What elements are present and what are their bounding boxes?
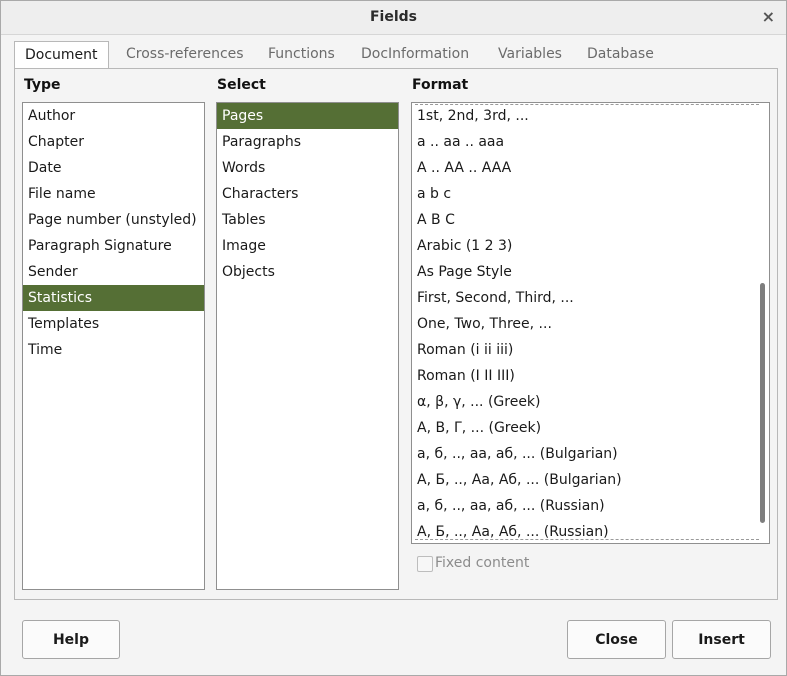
type-item-author[interactable]: Author: [23, 103, 204, 129]
fixed-content-label: Fixed content: [435, 555, 530, 571]
format-item[interactable]: а, б, .., аа, аб, ... (Russian): [412, 493, 769, 519]
format-item[interactable]: As Page Style: [412, 259, 769, 285]
format-item[interactable]: 1st, 2nd, 3rd, ...: [412, 103, 769, 129]
focus-dash-bottom: [415, 539, 759, 540]
fixed-content-checkbox[interactable]: [417, 556, 433, 572]
help-button[interactable]: Help: [22, 620, 120, 659]
format-item[interactable]: α, β, γ, ... (Greek): [412, 389, 769, 415]
format-header: Format: [412, 77, 469, 93]
tab-docinformation[interactable]: DocInformation: [361, 41, 469, 68]
format-item[interactable]: Α, Β, Γ, ... (Greek): [412, 415, 769, 441]
select-item-objects[interactable]: Objects: [217, 259, 398, 285]
select-item-paragraphs[interactable]: Paragraphs: [217, 129, 398, 155]
type-item-paragraph-signature[interactable]: Paragraph Signature: [23, 233, 204, 259]
insert-button[interactable]: Insert: [672, 620, 771, 659]
tab-functions[interactable]: Functions: [268, 41, 335, 68]
format-item[interactable]: Arabic (1 2 3): [412, 233, 769, 259]
format-item[interactable]: a b c: [412, 181, 769, 207]
select-item-pages[interactable]: Pages: [217, 103, 398, 129]
type-item-page-number[interactable]: Page number (unstyled): [23, 207, 204, 233]
type-list[interactable]: Author Chapter Date File name Page numbe…: [22, 102, 205, 590]
format-item[interactable]: First, Second, Third, ...: [412, 285, 769, 311]
type-item-templates[interactable]: Templates: [23, 311, 204, 337]
format-scrollbar[interactable]: [760, 283, 765, 523]
format-list[interactable]: 1st, 2nd, 3rd, ... a .. aa .. aaa A .. A…: [411, 102, 770, 544]
select-item-words[interactable]: Words: [217, 155, 398, 181]
focus-dash-top: [415, 104, 759, 105]
select-item-characters[interactable]: Characters: [217, 181, 398, 207]
tab-variables[interactable]: Variables: [498, 41, 562, 68]
select-item-tables[interactable]: Tables: [217, 207, 398, 233]
format-item[interactable]: а, б, .., аа, аб, ... (Bulgarian): [412, 441, 769, 467]
tab-cross-references[interactable]: Cross-references: [126, 41, 244, 68]
window-title: Fields: [369, 9, 417, 25]
select-item-image[interactable]: Image: [217, 233, 398, 259]
title-bar: Fields ×: [1, 1, 786, 35]
type-item-statistics[interactable]: Statistics: [23, 285, 204, 311]
format-item[interactable]: A .. AA .. AAA: [412, 155, 769, 181]
format-item[interactable]: One, Two, Three, ...: [412, 311, 769, 337]
format-item[interactable]: a .. aa .. aaa: [412, 129, 769, 155]
close-button[interactable]: Close: [567, 620, 666, 659]
type-header: Type: [24, 77, 61, 93]
format-item[interactable]: Roman (I II III): [412, 363, 769, 389]
format-item[interactable]: A B C: [412, 207, 769, 233]
format-item[interactable]: А, Б, .., Аа, Аб, ... (Bulgarian): [412, 467, 769, 493]
type-item-time[interactable]: Time: [23, 337, 204, 363]
type-item-chapter[interactable]: Chapter: [23, 129, 204, 155]
type-item-sender[interactable]: Sender: [23, 259, 204, 285]
format-item[interactable]: А, Б, .., Аа, Аб, ... (Russian): [412, 519, 769, 543]
close-icon[interactable]: ×: [762, 7, 775, 26]
select-list[interactable]: Pages Paragraphs Words Characters Tables…: [216, 102, 399, 590]
tab-database[interactable]: Database: [587, 41, 654, 68]
tab-document[interactable]: Document: [14, 41, 109, 70]
type-item-date[interactable]: Date: [23, 155, 204, 181]
type-item-file-name[interactable]: File name: [23, 181, 204, 207]
format-item[interactable]: Roman (i ii iii): [412, 337, 769, 363]
fields-dialog: Fields × Document Cross-references Funct…: [0, 0, 787, 676]
select-header: Select: [217, 77, 266, 93]
